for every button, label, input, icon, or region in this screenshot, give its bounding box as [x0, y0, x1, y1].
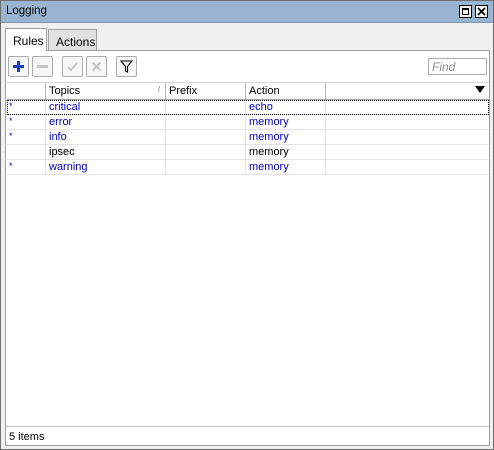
filter-button[interactable] — [116, 56, 137, 77]
rules-panel: Topics / Prefix Action * critical echo — [5, 50, 490, 446]
table-row[interactable]: * critical echo — [7, 100, 489, 115]
row-flag — [7, 145, 46, 160]
row-action: memory — [246, 115, 326, 130]
table-row[interactable]: ipsec memory — [7, 145, 489, 160]
rules-table: Topics / Prefix Action * critical echo *… — [7, 82, 489, 425]
tab-actions[interactable]: Actions — [48, 29, 97, 50]
row-flag: * — [7, 100, 46, 115]
item-count: 5 items — [9, 431, 45, 443]
row-topics: info — [46, 130, 166, 145]
enable-button[interactable] — [62, 56, 83, 77]
row-topics: ipsec — [46, 145, 166, 160]
filter-icon — [119, 60, 134, 73]
column-menu-dropdown-icon[interactable] — [475, 86, 485, 93]
row-prefix — [166, 115, 246, 130]
minus-icon — [37, 65, 48, 68]
column-header-topics-label: Topics — [49, 85, 81, 97]
column-header-topics[interactable]: Topics / — [46, 83, 166, 99]
row-action: memory — [246, 160, 326, 175]
row-filler — [326, 160, 489, 175]
table-row[interactable]: * info memory — [7, 130, 489, 145]
table-row[interactable]: * error memory — [7, 115, 489, 130]
column-header-action[interactable]: Action — [246, 83, 326, 99]
row-flag: * — [7, 160, 46, 175]
row-action: memory — [246, 130, 326, 145]
toolbar — [6, 51, 489, 81]
row-prefix — [166, 100, 246, 115]
column-header-flags[interactable] — [7, 83, 46, 99]
row-prefix — [166, 160, 246, 175]
row-action: memory — [246, 145, 326, 160]
table-row[interactable]: * warning memory — [7, 160, 489, 175]
row-action: echo — [246, 100, 326, 115]
row-topics: error — [46, 115, 166, 130]
row-filler — [326, 115, 489, 130]
plus-icon — [13, 61, 24, 72]
row-prefix — [166, 130, 246, 145]
tab-rules[interactable]: Rules — [5, 28, 47, 51]
remove-button[interactable] — [32, 56, 53, 77]
logging-window: Logging Rules Actions Find Topics / Pref… — [0, 0, 494, 450]
row-topics: critical — [46, 100, 166, 115]
disable-button[interactable] — [86, 56, 107, 77]
maximize-icon[interactable] — [459, 5, 472, 18]
sort-indicator-icon: / — [157, 85, 160, 94]
column-header-filler — [326, 83, 489, 99]
row-filler — [326, 130, 489, 145]
table-body: * critical echo * error memory * info me… — [7, 100, 489, 175]
window-title: Logging — [6, 5, 47, 17]
row-filler — [326, 100, 489, 115]
row-flag: * — [7, 130, 46, 145]
title-bar[interactable]: Logging — [1, 1, 493, 23]
column-header-prefix[interactable]: Prefix — [166, 83, 246, 99]
row-flag: * — [7, 115, 46, 130]
x-icon — [91, 61, 102, 72]
row-filler — [326, 145, 489, 160]
status-bar: 5 items — [6, 426, 489, 445]
table-header: Topics / Prefix Action — [7, 83, 489, 100]
find-input[interactable] — [428, 58, 487, 75]
add-button[interactable] — [8, 56, 29, 77]
row-prefix — [166, 145, 246, 160]
row-topics: warning — [46, 160, 166, 175]
check-icon — [67, 62, 78, 72]
close-icon[interactable] — [475, 5, 488, 18]
